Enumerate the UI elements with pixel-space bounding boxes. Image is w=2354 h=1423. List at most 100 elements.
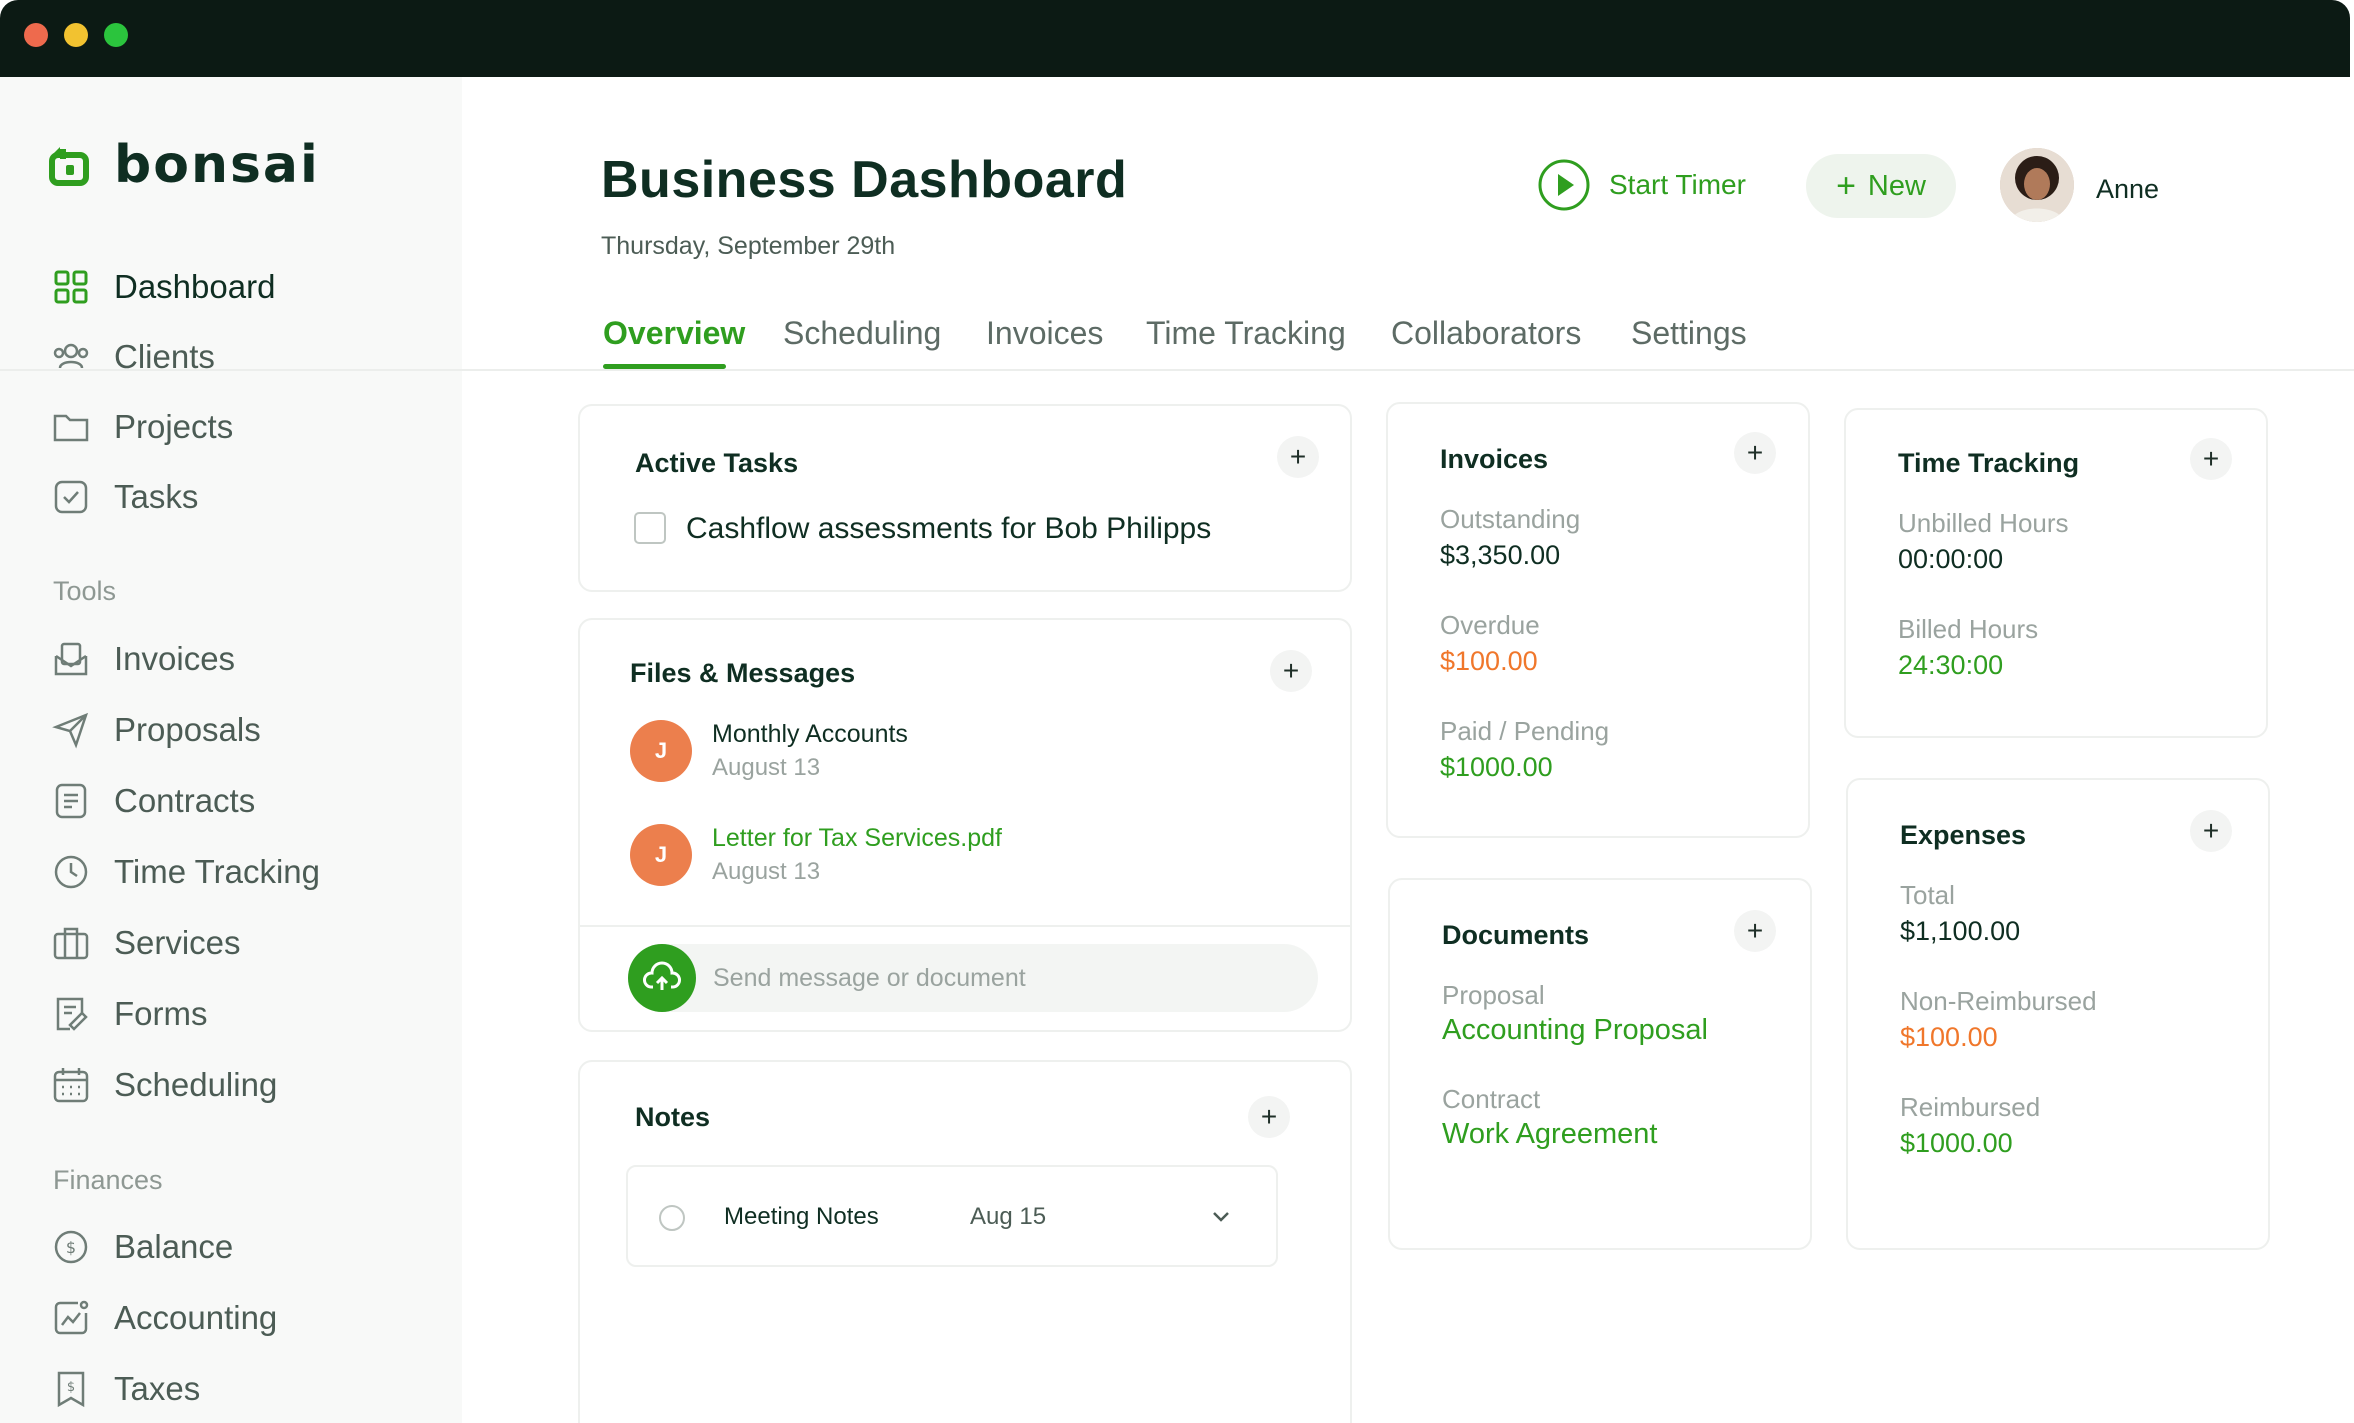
billed-hours-value: 24:30:00	[1898, 650, 2004, 680]
active-tab-indicator	[603, 364, 726, 369]
file-link[interactable]: Letter for Tax Services.pdf	[712, 824, 1002, 853]
non-reimbursed-value: $100.00	[1900, 1022, 1998, 1052]
add-time-entry-button[interactable]: +	[2190, 438, 2232, 480]
dashboard-tabs: Overview Scheduling Invoices Time Tracki…	[0, 300, 2354, 371]
overdue-value: $100.00	[1440, 646, 1538, 676]
unbilled-hours-value: 00:00:00	[1898, 544, 2004, 574]
add-invoice-button[interactable]: +	[1734, 432, 1776, 474]
invoices-card: Invoices + Outstanding $3,350.00 Overdue…	[1386, 402, 1810, 838]
window-titlebar	[0, 0, 2350, 77]
task-checkbox[interactable]	[634, 512, 666, 544]
note-title: Meeting Notes	[724, 1203, 879, 1230]
documents-card: Documents + Proposal Accounting Proposal…	[1388, 878, 1812, 1250]
add-expense-button[interactable]: +	[2190, 810, 2232, 852]
message-title[interactable]: Monthly Accounts	[712, 720, 908, 749]
sidebar-item-label: Services	[114, 924, 241, 961]
chevron-down-icon[interactable]	[1206, 1201, 1236, 1231]
task-label: Cashflow assessments for Bob Philipps	[686, 512, 1212, 545]
sidebar-item-accounting[interactable]: Accounting	[52, 1296, 277, 1340]
note-radio[interactable]	[659, 1205, 685, 1231]
sidebar-item-proposals[interactable]: Proposals	[52, 708, 261, 752]
page-title: Business Dashboard	[601, 151, 1128, 209]
tax-icon: $	[57, 1371, 85, 1408]
sidebar-item-label: Scheduling	[114, 1066, 278, 1103]
new-button[interactable]: + New	[1806, 154, 1956, 218]
note-date: Aug 15	[970, 1203, 1047, 1230]
card-title: Files & Messages	[630, 658, 856, 688]
tab-time-tracking[interactable]: Time Tracking	[1146, 315, 1346, 352]
upload-button[interactable]	[628, 944, 696, 1012]
form-icon	[56, 997, 88, 1031]
new-button-label: New	[1867, 169, 1926, 202]
message-input-placeholder: Send message or document	[713, 964, 1026, 992]
add-file-button[interactable]: +	[1270, 650, 1312, 692]
sidebar-item-label: Tasks	[114, 478, 199, 515]
sidebar-item-tasks[interactable]: Tasks	[52, 475, 198, 519]
sidebar-item-balance[interactable]: $ Balance	[52, 1225, 233, 1269]
dollar-icon: $	[54, 1230, 88, 1264]
close-window-button[interactable]	[24, 23, 48, 47]
sidebar-item-scheduling[interactable]: Scheduling	[52, 1063, 277, 1107]
maximize-window-button[interactable]	[104, 23, 128, 47]
start-timer-label: Start Timer	[1609, 169, 1746, 200]
bonsai-logo-icon	[49, 147, 89, 186]
non-reimbursed-label: Non-Reimbursed	[1900, 986, 2097, 1016]
active-tasks-card: Active Tasks + Cashflow assessments for …	[578, 404, 1352, 592]
sidebar-item-taxes[interactable]: $ Taxes	[52, 1367, 200, 1411]
time-tracking-card: Time Tracking + Unbilled Hours 00:00:00 …	[1844, 408, 2268, 738]
sidebar-item-label: Proposals	[114, 711, 261, 748]
message-date: August 13	[712, 754, 821, 781]
card-title: Invoices	[1440, 444, 1549, 474]
divider	[580, 925, 1350, 927]
billed-hours-label: Billed Hours	[1898, 614, 2039, 644]
sidebar-item-label: Accounting	[114, 1299, 278, 1336]
expenses-card: Expenses + Total $1,100.00 Non-Reimburse…	[1846, 778, 2270, 1250]
start-timer-button[interactable]: Start Timer	[1537, 157, 1746, 213]
tab-scheduling[interactable]: Scheduling	[783, 315, 941, 352]
card-title: Time Tracking	[1898, 448, 2080, 478]
tab-invoices[interactable]: Invoices	[986, 315, 1103, 352]
checkbox-icon	[54, 480, 88, 514]
finances-section-label: Finances	[53, 1165, 163, 1195]
total-value: $1,100.00	[1900, 916, 2021, 946]
proposal-link[interactable]: Accounting Proposal	[1442, 1014, 1708, 1047]
app-name: bonsai	[114, 135, 320, 195]
sidebar-item-contracts[interactable]: Contracts	[52, 779, 255, 823]
invoice-icon	[54, 642, 88, 676]
sidebar-item-label: Invoices	[114, 640, 236, 677]
sidebar-item-forms[interactable]: Forms	[52, 992, 208, 1036]
sidebar-item-invoices[interactable]: Invoices	[52, 637, 235, 681]
sidebar-item-projects[interactable]: Projects	[52, 405, 233, 449]
note-row[interactable]: Meeting Notes Aug 15	[626, 1165, 1278, 1267]
sidebar: bonsai Dashboard Clients Projects Tasks …	[0, 77, 462, 1423]
outstanding-value: $3,350.00	[1440, 540, 1561, 570]
reimbursed-value: $1000.00	[1900, 1128, 2013, 1158]
contract-label: Contract	[1442, 1084, 1541, 1114]
sidebar-item-time-tracking[interactable]: Time Tracking	[52, 850, 320, 894]
sidebar-item-services[interactable]: Services	[52, 921, 241, 965]
contract-link[interactable]: Work Agreement	[1442, 1118, 1657, 1151]
sidebar-item-label: Projects	[114, 408, 234, 445]
sidebar-item-label: Taxes	[114, 1370, 201, 1407]
page-date: Thursday, September 29th	[601, 232, 896, 260]
reimbursed-label: Reimbursed	[1900, 1092, 2041, 1122]
plus-icon: +	[1836, 167, 1856, 205]
minimize-window-button[interactable]	[64, 23, 88, 47]
svg-text:$: $	[67, 1380, 75, 1395]
briefcase-icon	[53, 927, 89, 960]
svg-text:$: $	[66, 1238, 76, 1257]
calendar-icon	[53, 1068, 89, 1103]
tools-section-label: Tools	[53, 576, 117, 606]
user-avatar[interactable]	[2000, 148, 2074, 222]
document-icon	[55, 783, 87, 819]
user-name: Anne	[2096, 174, 2160, 204]
bonsai-logo[interactable]: bonsai	[46, 135, 320, 195]
add-document-button[interactable]: +	[1734, 910, 1776, 952]
add-task-button[interactable]: +	[1277, 436, 1319, 478]
avatar-image	[2000, 148, 2074, 222]
tab-collaborators[interactable]: Collaborators	[1391, 315, 1581, 352]
add-note-button[interactable]: +	[1248, 1096, 1290, 1138]
tab-overview[interactable]: Overview	[603, 315, 745, 352]
tab-settings[interactable]: Settings	[1631, 315, 1747, 352]
sidebar-item-label: Forms	[114, 995, 208, 1032]
